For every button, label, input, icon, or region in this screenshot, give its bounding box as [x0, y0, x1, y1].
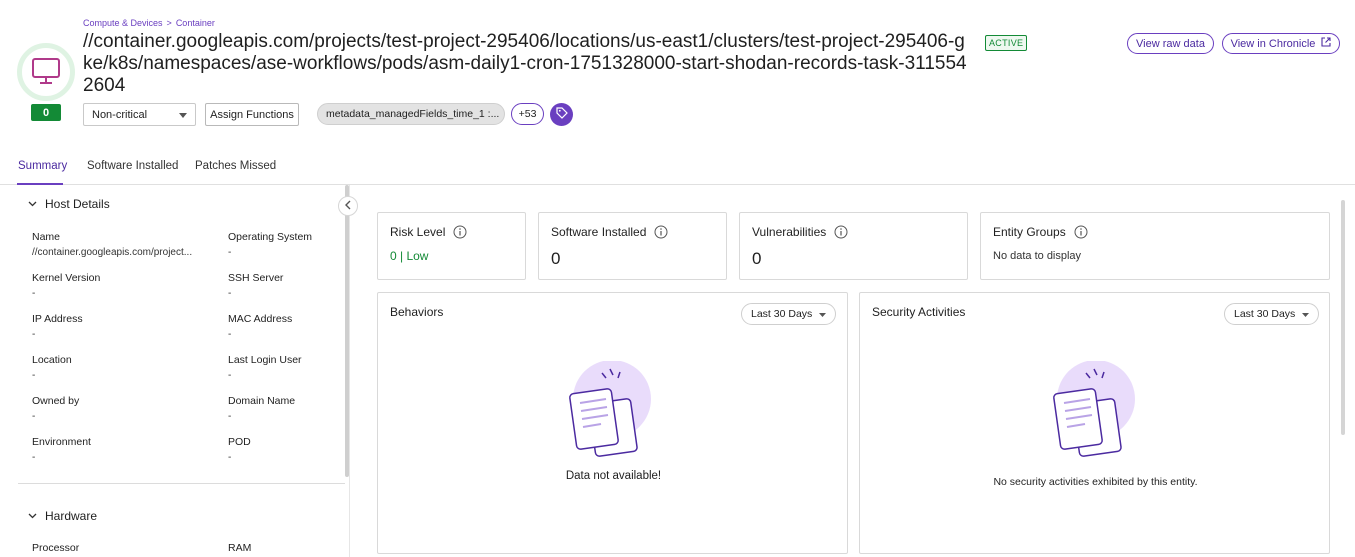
- field-label: Operating System: [228, 231, 313, 243]
- chevron-left-icon: [344, 199, 352, 213]
- field-value: //container.googleapis.com/project...: [32, 247, 193, 258]
- software-installed-card[interactable]: Software Installed 0: [538, 212, 727, 280]
- host-details-header[interactable]: Host Details: [28, 197, 110, 211]
- field-label: Location: [32, 354, 72, 366]
- view-raw-data-button[interactable]: View raw data: [1127, 33, 1214, 54]
- entity-groups-card: Entity Groups No data to display: [980, 212, 1330, 280]
- tag-icon: [555, 107, 568, 122]
- field-label: RAM: [228, 542, 252, 554]
- security-activities-range-select[interactable]: Last 30 Days: [1224, 303, 1320, 325]
- behaviors-title: Behaviors: [390, 305, 443, 319]
- entity-header: 0 Compute & Devices > Container //contai…: [0, 0, 1355, 150]
- info-icon[interactable]: [1074, 225, 1088, 239]
- risk-level-label: Risk Level: [390, 225, 446, 239]
- tab-bar: Summary Software Installed Patches Misse…: [0, 150, 1355, 185]
- section-divider: [18, 483, 345, 484]
- vulnerabilities-card[interactable]: Vulnerabilities 0: [739, 212, 968, 280]
- collapse-panel-button[interactable]: [338, 196, 358, 216]
- entity-avatar: [17, 43, 75, 101]
- behaviors-range-select[interactable]: Last 30 Days: [741, 303, 837, 325]
- caret-down-icon: [1302, 308, 1310, 320]
- field-label: Environment: [32, 436, 91, 448]
- more-tags-chip[interactable]: +53: [511, 103, 544, 125]
- card-title: Software Installed: [551, 225, 668, 239]
- card-title: Risk Level: [390, 225, 467, 239]
- tag-chip[interactable]: metadata_managedFields_time_1 :...: [317, 103, 505, 125]
- security-activities-title: Security Activities: [872, 305, 965, 319]
- criticality-select[interactable]: Non-critical: [83, 103, 196, 126]
- field-value: -: [32, 452, 36, 463]
- breadcrumb-item[interactable]: Compute & Devices: [83, 18, 163, 28]
- breadcrumb: Compute & Devices > Container: [83, 18, 215, 28]
- tab-software-installed[interactable]: Software Installed: [87, 160, 178, 172]
- info-icon[interactable]: [834, 225, 848, 239]
- view-in-chronicle-label: View in Chronicle: [1230, 37, 1316, 50]
- hardware-title: Hardware: [45, 509, 98, 523]
- field-label: SSH Server: [228, 272, 284, 284]
- field-label: Name: [32, 231, 61, 243]
- entity-groups-label: Entity Groups: [993, 225, 1066, 239]
- field-label: MAC Address: [228, 313, 293, 325]
- chevron-down-icon: [28, 199, 37, 209]
- tab-patches-missed[interactable]: Patches Missed: [195, 160, 276, 172]
- external-link-icon: [1321, 37, 1331, 50]
- security-activities-card: Security Activities Last 30 Days No secu…: [859, 292, 1330, 554]
- tab-summary[interactable]: Summary: [18, 160, 67, 172]
- risk-level-card: Risk Level 0 | Low: [377, 212, 526, 280]
- status-badge: ACTIVE: [985, 35, 1028, 51]
- field-value: -: [32, 329, 36, 340]
- field-value: -: [32, 411, 36, 422]
- page-title: //container.googleapis.com/projects/test…: [83, 31, 967, 96]
- empty-documents-icon: [568, 360, 658, 464]
- risk-score-badge: 0: [31, 104, 61, 121]
- behaviors-card: Behaviors Last 30 Days Data not availabl…: [377, 292, 848, 554]
- criticality-value: Non-critical: [92, 108, 148, 121]
- field-label: Last Login User: [228, 354, 302, 366]
- caret-down-icon: [179, 109, 187, 121]
- breadcrumb-item[interactable]: Container: [176, 18, 215, 28]
- caret-down-icon: [819, 308, 827, 320]
- behaviors-empty-message: Data not available!: [565, 470, 662, 482]
- chevron-down-icon: [28, 511, 37, 521]
- field-value: -: [32, 288, 36, 299]
- empty-documents-icon: [1052, 360, 1142, 464]
- hardware-header[interactable]: Hardware: [28, 509, 97, 523]
- assign-functions-button[interactable]: Assign Functions: [205, 103, 299, 126]
- behaviors-range-value: Last 30 Days: [751, 308, 813, 320]
- entity-groups-value: No data to display: [993, 250, 1082, 262]
- view-in-chronicle-button[interactable]: View in Chronicle: [1222, 33, 1340, 54]
- view-raw-data-label: View raw data: [1136, 37, 1205, 50]
- info-icon[interactable]: [453, 225, 467, 239]
- field-value: -: [32, 370, 36, 381]
- host-details-title: Host Details: [45, 197, 110, 211]
- field-label: Kernel Version: [32, 272, 101, 284]
- software-installed-label: Software Installed: [551, 225, 647, 239]
- manage-tags-button[interactable]: [550, 103, 573, 126]
- vulnerabilities-value: 0: [752, 249, 762, 268]
- software-installed-value: 0: [551, 249, 561, 268]
- monitor-icon: [31, 57, 61, 88]
- security-activities-label: Security Activities: [872, 305, 966, 319]
- field-label: Owned by: [32, 395, 80, 407]
- info-icon[interactable]: [654, 225, 668, 239]
- behaviors-label: Behaviors: [390, 305, 444, 319]
- vulnerabilities-label: Vulnerabilities: [752, 225, 827, 239]
- risk-level-value: 0 | Low: [390, 249, 429, 263]
- card-title: Vulnerabilities: [752, 225, 848, 239]
- field-label: IP Address: [32, 313, 83, 325]
- breadcrumb-separator: >: [166, 18, 172, 28]
- field-label: Domain Name: [228, 395, 296, 407]
- field-label: POD: [228, 436, 251, 448]
- field-label: Processor: [32, 542, 80, 554]
- security-activities-empty-message: No security activities exhibited by this…: [993, 476, 1198, 488]
- security-activities-range-value: Last 30 Days: [1234, 308, 1296, 320]
- card-title: Entity Groups: [993, 225, 1088, 239]
- main-scrollbar[interactable]: [1341, 200, 1345, 435]
